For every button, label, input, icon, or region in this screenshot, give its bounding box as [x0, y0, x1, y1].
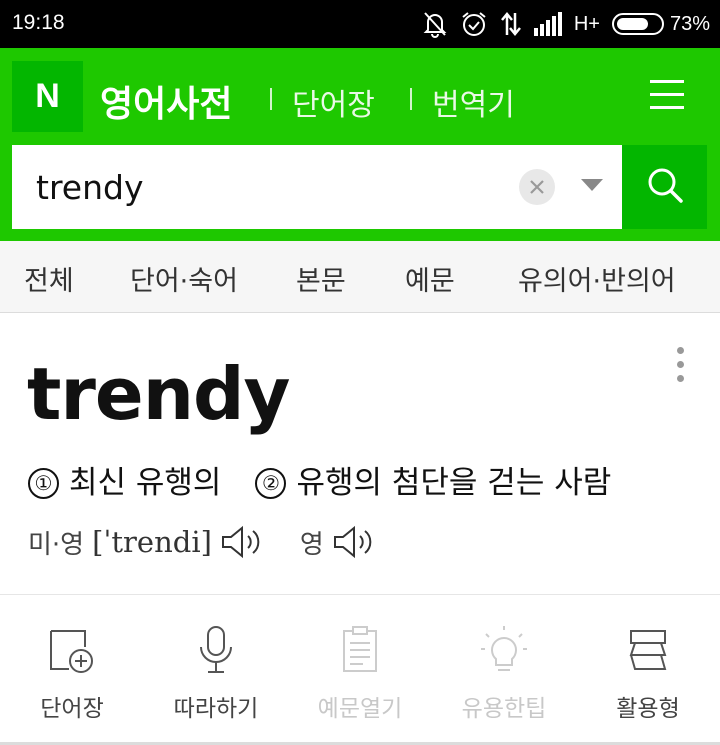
tab-words-idioms[interactable]: 단어·숙어 — [130, 259, 238, 298]
alarm-icon — [460, 10, 488, 38]
tab-synonyms-antonyms[interactable]: 유의어·반의어 — [518, 259, 676, 298]
action-label: 유용한팁 — [461, 696, 547, 722]
page-title[interactable]: 영어사전 — [100, 75, 232, 127]
header-divider — [270, 88, 272, 110]
pronunciation-label: 영 — [299, 529, 324, 560]
conjugation-icon — [623, 625, 673, 675]
document-icon — [335, 625, 385, 675]
tab-body[interactable]: 본문 — [296, 259, 346, 298]
chevron-down-icon[interactable] — [581, 179, 603, 191]
status-time: 19:18 — [12, 11, 65, 34]
action-label: 활용형 — [616, 696, 680, 722]
action-conjugation-button[interactable]: 활용형 — [576, 615, 720, 723]
status-icons: H+ 73% — [422, 8, 710, 40]
search-bar — [0, 145, 720, 241]
battery-percent: 73% — [669, 12, 710, 35]
status-bar: 19:18 H+ 73% — [0, 0, 720, 48]
naver-logo[interactable]: N — [12, 61, 83, 132]
pronunciation-row: 미·영 [ˈtrendi] 영 — [28, 522, 376, 562]
nav-link-translator[interactable]: 번역기 — [432, 80, 515, 124]
meaning-text: 최신 유행의 — [69, 465, 222, 501]
close-icon[interactable] — [519, 169, 555, 205]
action-examples-button[interactable]: 예문열기 — [288, 615, 432, 723]
network-type: H+ — [573, 12, 600, 35]
meaning-number: ① — [28, 468, 59, 499]
search-tabs: 전체 단어·숙어 본문 예문 유의어·반의어 — [0, 241, 720, 313]
lightbulb-icon — [479, 625, 529, 675]
tab-examples[interactable]: 예문 — [405, 259, 455, 298]
action-label: 예문열기 — [317, 696, 403, 722]
entry-meanings: ① 최신 유행의 ② 유행의 첨단을 걷는 사람 — [28, 457, 611, 502]
search-box — [12, 145, 622, 229]
signal-icon — [533, 12, 562, 36]
search-button[interactable] — [622, 145, 707, 229]
action-tips-button[interactable]: 유용한팁 — [432, 615, 576, 723]
add-wordbook-icon — [47, 625, 97, 675]
action-wordbook-button[interactable]: 단어장 — [0, 615, 144, 723]
battery: 73% — [611, 12, 710, 36]
header-divider — [410, 88, 412, 110]
search-input[interactable] — [12, 145, 512, 229]
data-transfer-icon — [500, 11, 522, 37]
entry-headword: trendy — [27, 352, 290, 436]
more-vertical-icon[interactable] — [670, 345, 690, 385]
meaning-text: 유행의 첨단을 걷는 사람 — [296, 465, 612, 501]
microphone-icon — [191, 625, 241, 675]
speaker-icon[interactable] — [220, 525, 264, 559]
pronunciation-label: 미·영 — [28, 529, 85, 560]
phonetic-transcription: [ˈtrendi] — [92, 525, 212, 559]
action-label: 따라하기 — [173, 696, 259, 722]
section-divider — [0, 594, 720, 595]
meaning-number: ② — [255, 468, 287, 499]
hamburger-menu-icon[interactable] — [650, 80, 684, 110]
action-bar: 단어장 따라하기 예문열기 유용한팁 활용형 — [0, 615, 720, 725]
tab-all[interactable]: 전체 — [24, 259, 74, 298]
app-header: N 영어사전 단어장 번역기 — [0, 48, 720, 145]
action-repeat-button[interactable]: 따라하기 — [144, 615, 288, 723]
battery-icon — [611, 13, 664, 35]
notifications-muted-icon — [422, 10, 448, 38]
action-label: 단어장 — [40, 696, 104, 722]
nav-link-wordbook[interactable]: 단어장 — [292, 80, 375, 124]
speaker-icon[interactable] — [332, 525, 376, 559]
search-icon — [645, 165, 685, 209]
battery-level — [616, 18, 648, 30]
